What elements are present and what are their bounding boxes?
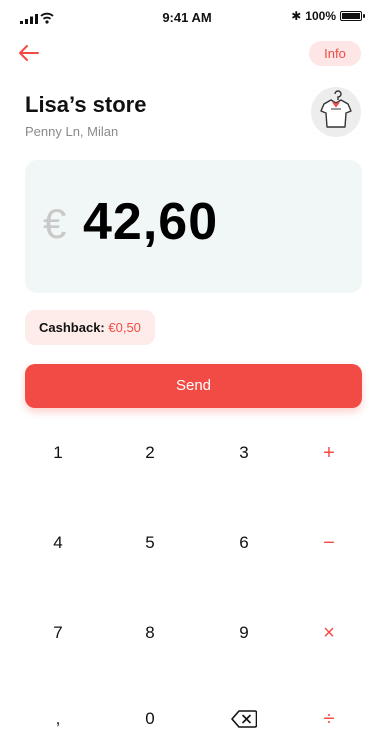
key-plus[interactable]: + [299,433,359,473]
cashback-badge: Cashback: €0,50 [25,310,155,345]
key-3[interactable]: 3 [214,433,274,473]
key-2[interactable]: 2 [120,433,180,473]
battery-percent: 100% [305,9,336,23]
amount-display: € 42,60 [25,160,362,293]
shirt-icon [320,90,352,128]
key-0[interactable]: 0 [120,699,180,739]
key-6[interactable]: 6 [214,523,274,563]
key-minus[interactable]: − [299,523,359,563]
key-4[interactable]: 4 [28,523,88,563]
info-button[interactable]: Info [309,41,361,66]
store-address: Penny Ln, Milan [25,124,119,139]
cashback-label: Cashback: [39,320,105,335]
back-button[interactable] [18,44,42,62]
key-5[interactable]: 5 [120,523,180,563]
cashback-value: €0,50 [108,320,141,335]
store-name: Lisa’s store [25,92,147,117]
key-7[interactable]: 7 [28,613,88,653]
key-backspace[interactable] [214,699,274,739]
battery-status: ✱ 100% [291,9,365,23]
status-bar: 9:41 AM ✱ 100% [0,0,374,36]
key-8[interactable]: 8 [120,613,180,653]
battery-icon [340,11,365,21]
bluetooth-icon: ✱ [291,9,302,23]
store-avatar [311,87,361,137]
send-button[interactable]: Send [25,364,362,408]
arrow-left-icon [19,45,39,61]
backspace-icon [231,710,257,728]
key-9[interactable]: 9 [214,613,274,653]
key-times[interactable]: × [299,613,359,653]
key-comma[interactable]: , [28,699,88,739]
currency-symbol: € [43,200,67,247]
amount-value: 42,60 [83,193,219,251]
key-1[interactable]: 1 [28,433,88,473]
key-divide[interactable]: ÷ [299,699,359,739]
